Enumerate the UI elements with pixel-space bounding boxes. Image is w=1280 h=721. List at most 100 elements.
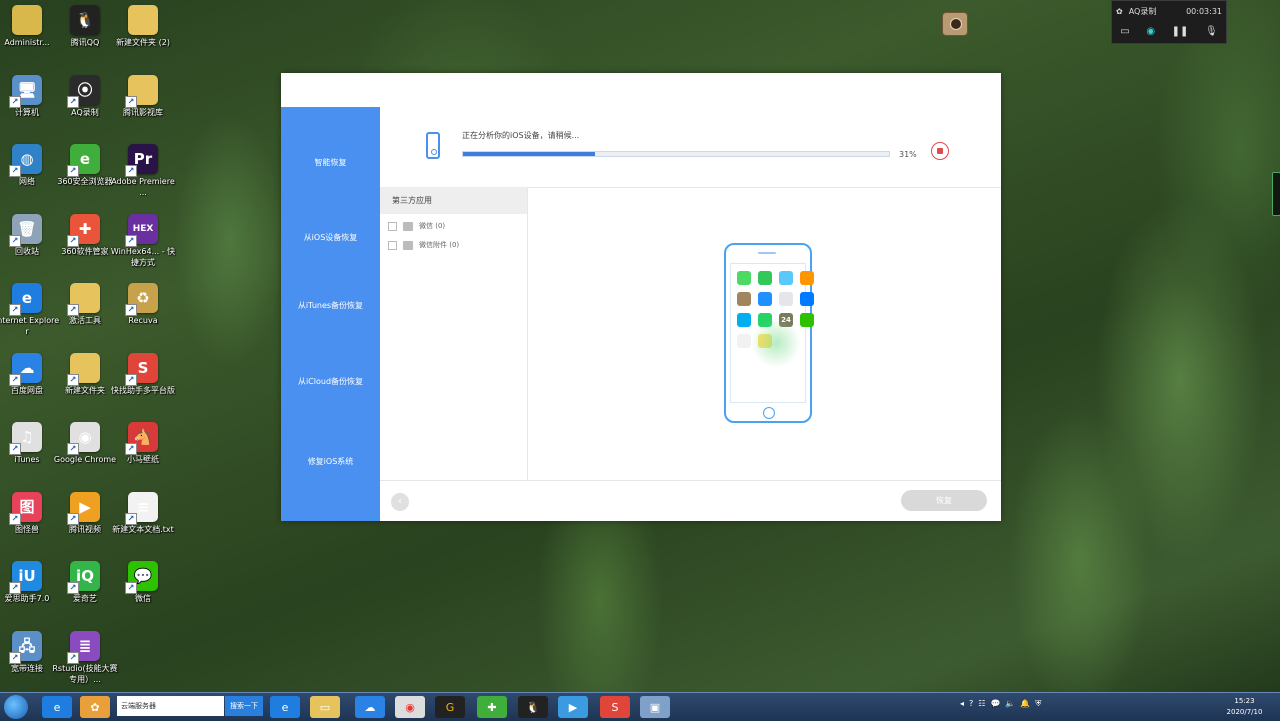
taskbar-chrome-icon[interactable]: ◉ [395,696,425,718]
desktop-icon-rstudio[interactable]: ≣ ↗ Rstudio(技能大赛专用）... [52,630,118,685]
sidebar-item-smart-recovery[interactable]: 智能恢复 [281,157,380,168]
list-item-wechat[interactable]: 微信 (0) [388,221,445,231]
desktop-icon-360-browser[interactable]: e ↗ 360安全浏览器 [52,144,118,187]
desktop-icon-i4-assistant[interactable]: iU ↗ 爱思助手7.0 [0,561,60,604]
taskbar-explorer-icon[interactable]: ▭ [310,696,340,718]
desktop-icon-folder-video[interactable]: ↗ 腾讯影视库 [110,74,176,118]
taskbar-search-button[interactable]: 搜索一下 [225,696,263,716]
taskbar-clock[interactable]: 15:23 2020/7/10 [1222,696,1267,718]
taskbar-ie2-icon[interactable]: e [270,696,300,718]
shortcut-arrow-icon: ↗ [9,512,21,525]
shortcut-arrow-icon: ↗ [125,234,137,247]
list-item-wechat-attachments[interactable]: 微信附件 (0) [388,240,459,250]
shortcut-arrow-icon: ↗ [67,304,79,316]
start-button[interactable] [4,695,28,719]
shortcut-arrow-icon: ↗ [125,582,137,594]
phone-illustration: 24 [724,243,814,423]
taskbar-window-icon[interactable]: ▣ [640,696,670,718]
voice-memo-app-icon [737,334,751,348]
desktop-icon-folder[interactable]: ↗ 新建文件夹 [52,352,118,396]
desktop-icon-computer[interactable]: 🖥 ↗ 计算机 [0,74,60,118]
desktop-icon-kuaizhao[interactable]: S ↗ 快找助手多平台版 [110,352,176,396]
taskbar-kuaizhao-icon[interactable]: S [600,696,630,718]
tray-shield-icon[interactable]: ⛨ [1035,699,1041,709]
tray-volume-icon[interactable]: 🔈 [1005,699,1015,709]
window-icon[interactable]: ▭ [1120,26,1129,37]
recycle-bin-icon: 🗑 ↗ [9,213,42,247]
recovery-app-window: 智能恢复 从iOS设备恢复 从iTunes备份恢复 从iCloud备份恢复 修复… [281,73,1001,521]
desktop-icon-network-globe[interactable]: ◍ ↗ 网络 [0,144,60,187]
desktop-icon-premiere[interactable]: Pr ↗ Adobe Premiere ... [110,144,176,198]
iqiyi-icon: iQ ↗ [67,561,100,594]
record-icon[interactable]: ◉ [1146,26,1155,37]
messages-app-icon [737,271,751,285]
taskbar-app-icon[interactable]: ✿ [80,696,110,718]
taskbar-g-icon[interactable]: G [435,696,465,718]
checkbox[interactable] [388,221,397,231]
clock-time: 15:23 [1234,697,1255,705]
aq-recorder-widget: ✿ AQ录制 00:03:31 ▭ ◉ ❚❚ 🎙 [1111,0,1227,44]
desktop-icon-wechat[interactable]: 💬 ↗ 微信 [110,561,176,604]
taskbar-360-icon[interactable]: ✚ [477,696,507,718]
back-button[interactable]: ‹ [391,493,409,511]
tray-wechat-icon[interactable]: 💬 [990,699,1000,709]
pause-icon[interactable]: ❚❚ [1172,26,1189,37]
taskbar-ie-icon[interactable]: e [42,696,72,718]
desktop-icon-pony-wallpaper[interactable]: 🐴 ↗ 小马壁纸 [110,422,176,465]
taskbar-qq-icon[interactable]: 🐧 [518,696,548,718]
desktop-icon-aq-recorder[interactable]: ⦿ ↗ AQ录制 [52,74,118,118]
folder-video-icon: ↗ [125,74,158,108]
desktop-icon-ie[interactable]: e ↗ Internet Explorer [0,283,60,337]
checkbox[interactable] [388,240,397,250]
side-slider-widget[interactable] [1272,172,1280,216]
taskbar-netdisk-icon[interactable]: ☁ [355,696,385,718]
sidebar-item-ios-device[interactable]: 从iOS设备恢复 [281,232,380,243]
shortcut-arrow-icon: ↗ [9,304,21,316]
taskbar-search-input[interactable]: 云端服务器 [117,696,224,716]
desktop-icon-qq-penguin[interactable]: 🐧 腾讯QQ [52,5,118,48]
shortcut-arrow-icon: ↗ [125,512,137,525]
desktop-icon-folder[interactable]: 新建文件夹 (2) [110,5,176,48]
desktop-icon-tencent-video[interactable]: ▶ ↗ 腾讯视频 [52,491,118,535]
desktop-icon-folder-user[interactable]: Administr... [0,5,60,48]
desktop-icon-recycle-bin[interactable]: 🗑 ↗ 回收站 [0,213,60,257]
desktop-icon-tuguaishou[interactable]: 图 ↗ 图怪兽 [0,491,60,535]
wechat-icon: 💬 ↗ [125,561,158,594]
desktop-icon-iqiyi[interactable]: iQ ↗ 爱奇艺 [52,561,118,604]
shortcut-arrow-icon: ↗ [67,373,79,386]
tray-bell-icon[interactable]: 🔔 [1020,699,1030,709]
scan-glow [751,318,801,368]
photos-app-icon [800,271,814,285]
progress-area: 正在分析你的iOS设备，请稍候... 31% [380,107,1001,188]
desktop-icon-360-software[interactable]: ✚ ↗ 360软件管家 [52,213,118,257]
desktop-icon-recuva[interactable]: ♻ ↗ Recuva [110,283,176,326]
clock-date: 2020/7/10 [1226,708,1263,716]
stop-button[interactable] [931,142,949,160]
desktop-icon-itunes[interactable]: ♫ ↗ iTunes [0,422,60,465]
folder-icon [128,5,158,35]
aq-title: AQ录制 [1128,6,1157,16]
taskbar-video-icon[interactable]: ▶ [558,696,588,718]
progress-bar [462,151,890,157]
desktop-icon-chrome[interactable]: ◉ ↗ Google Chrome [52,422,118,465]
shortcut-arrow-icon: ↗ [9,95,21,108]
sidebar-item-repair-ios[interactable]: 修复iOS系统 [281,456,380,467]
tray-expand-icon[interactable]: ◂ [960,699,964,709]
desktop-icon-baidu-netdisk[interactable]: ☁ ↗ 百度网盘 [0,352,60,396]
premiere-icon: Pr ↗ [125,144,158,177]
sidebar-item-icloud-backup[interactable]: 从iCloud备份恢复 [281,376,380,387]
footer-bar: ‹ 恢复 [380,480,1001,522]
tray-network-icon[interactable]: ☷ [978,699,985,709]
restore-button[interactable]: 恢复 [901,490,987,511]
pony-wallpaper-icon: 🐴 ↗ [125,422,158,455]
desktop-icon-folder-tools[interactable]: ↗ 激活工具 [52,283,118,326]
iphone-device-icon [426,132,440,159]
desktop-icon-winhex[interactable]: HEX ↗ WinHex64... - 快捷方式 [110,213,176,268]
camera-widget-icon[interactable] [942,12,968,36]
desktop-icon-broadband[interactable]: 🖧 ↗ 宽带连接 [0,630,60,674]
microphone-icon[interactable]: 🎙 [1205,26,1218,37]
desktop-icon-label: 新建文本文档.txt [112,524,174,534]
sidebar-item-itunes-backup[interactable]: 从iTunes备份恢复 [281,300,380,311]
desktop-icon-text-file[interactable]: ≡ ↗ 新建文本文档.txt [110,491,176,535]
tray-help-icon[interactable]: ? [969,699,973,709]
